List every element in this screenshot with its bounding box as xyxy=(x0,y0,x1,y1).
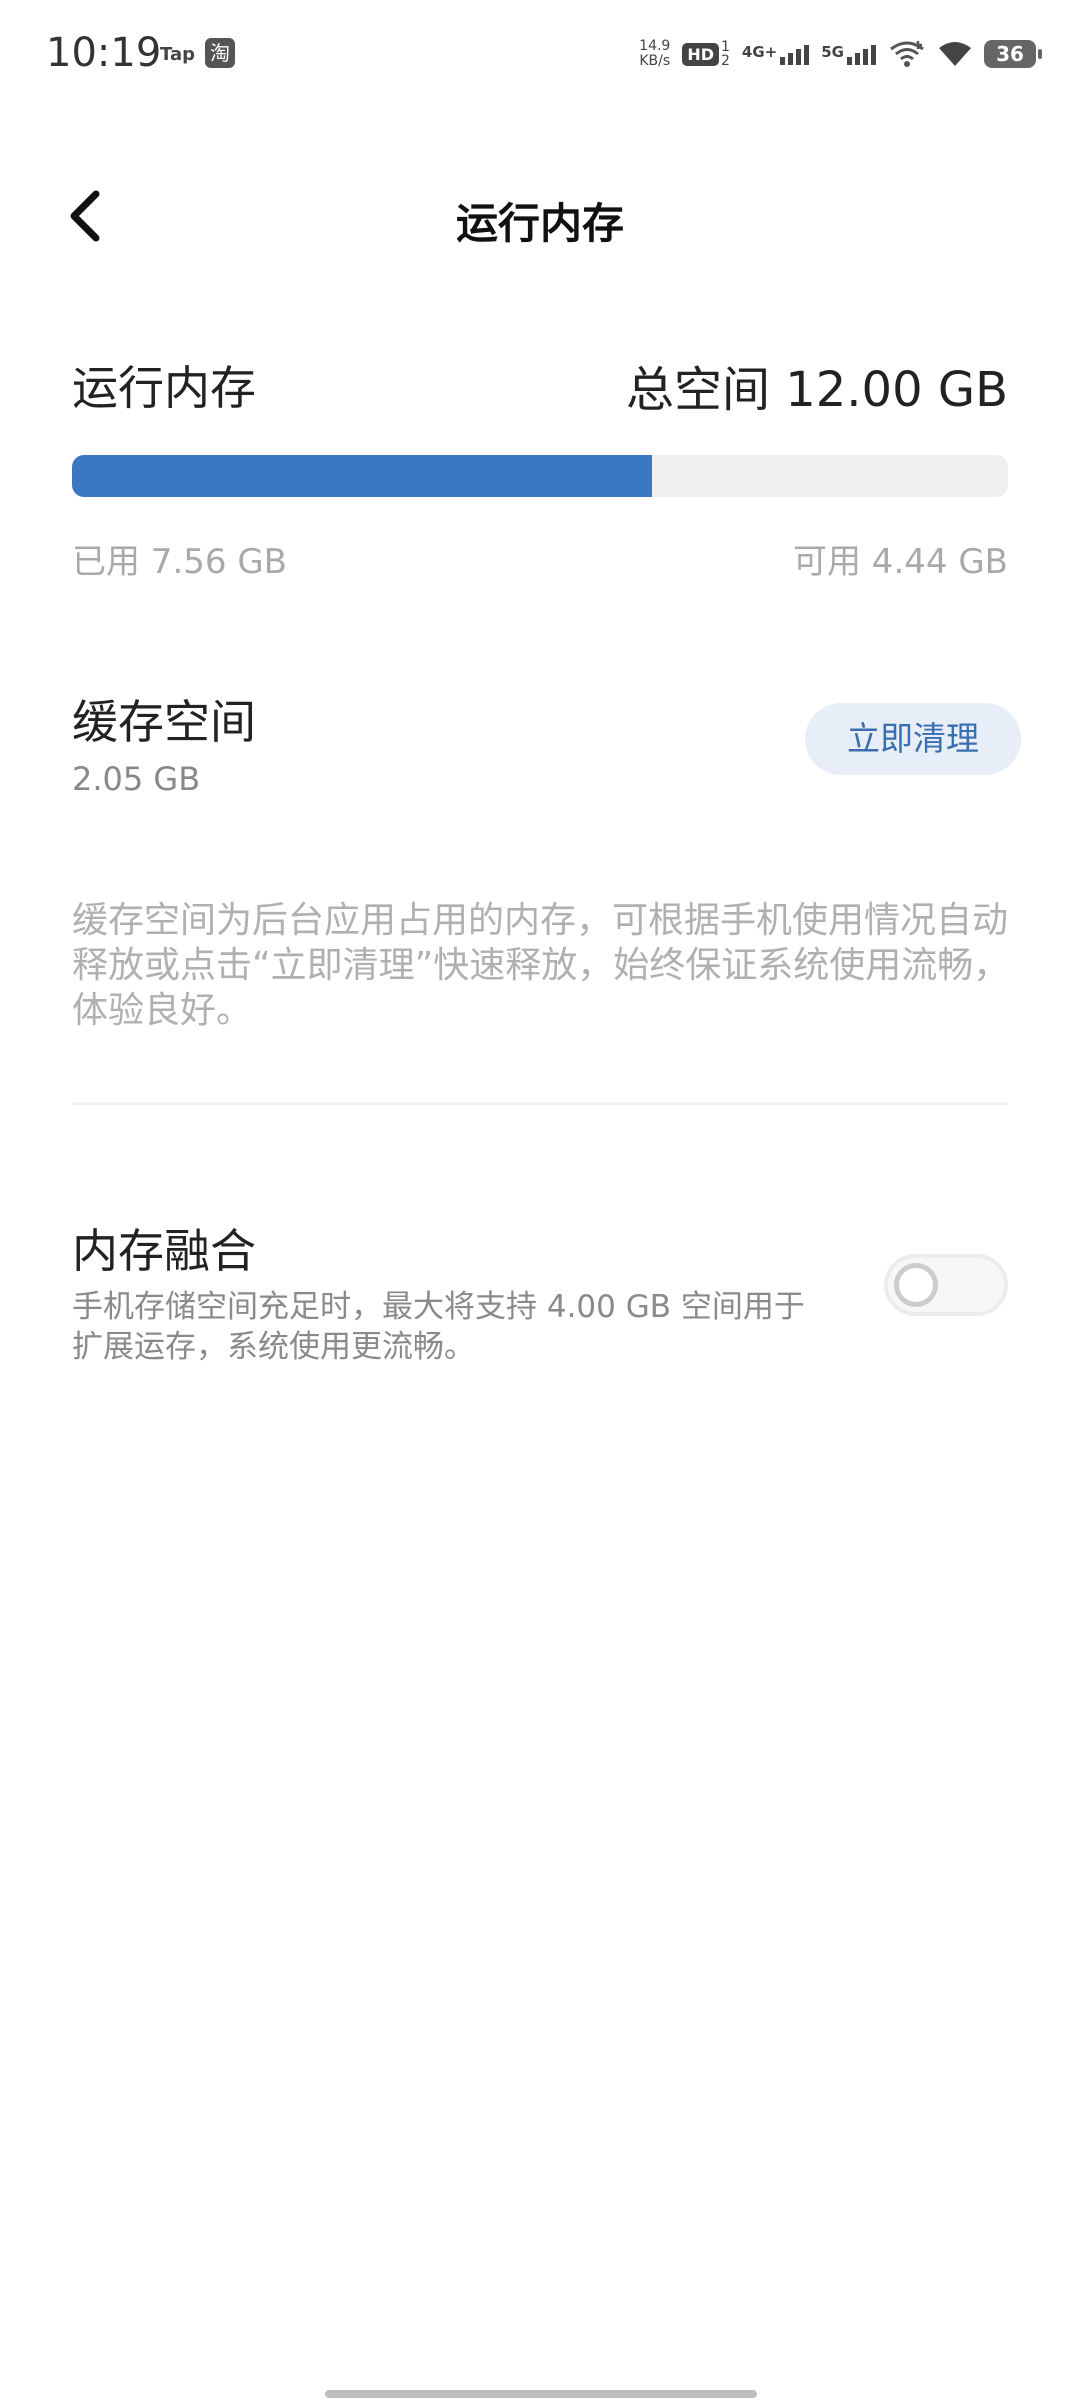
hd-icon: HD 1 2 xyxy=(682,40,730,68)
memory-label: 运行内存 xyxy=(72,361,256,415)
network-speed-value: 14.9 xyxy=(639,38,671,54)
tap-app-icon: Tap xyxy=(160,44,195,65)
signal-5g-icon: 5G xyxy=(821,43,876,65)
network-speed: 14.9 KB/s xyxy=(639,39,670,69)
home-indicator[interactable] xyxy=(325,2390,757,2398)
memory-usage-fill xyxy=(72,455,653,497)
signal-5g-label: 5G xyxy=(821,43,844,61)
signal-bars-icon xyxy=(847,43,876,65)
memory-usage-bar xyxy=(72,455,1008,497)
taobao-app-icon: 淘 xyxy=(205,38,235,68)
network-speed-unit: KB/s xyxy=(639,53,671,69)
memory-used: 已用 7.56 GB xyxy=(72,542,287,582)
memory-fusion-description: 手机存储空间充足时，最大将支持 4.00 GB 空间用于扩展运存，系统使用更流畅… xyxy=(72,1289,805,1365)
wifi-hotspot-icon xyxy=(890,41,924,67)
signal-4g-icon: 4G+ xyxy=(741,43,810,65)
status-bar: 10:19 Tap 淘 14.9 KB/s HD 1 2 4G+ 5G 36 xyxy=(0,0,1080,110)
toggle-knob xyxy=(894,1263,938,1307)
page-title: 运行内存 xyxy=(455,199,624,248)
hd-sub: 1 2 xyxy=(721,39,730,69)
memory-total: 总空间 12.00 GB xyxy=(625,362,1008,418)
signal-4g-label: 4G+ xyxy=(741,43,778,61)
memory-fusion-toggle[interactable] xyxy=(884,1254,1008,1316)
clean-now-button[interactable]: 立即清理 xyxy=(805,703,1021,775)
status-time: 10:19 xyxy=(46,30,162,76)
cache-size: 2.05 GB xyxy=(72,760,201,798)
cache-description: 缓存空间为后台应用占用的内存，可根据手机使用情况自动释放或点击“立即清理”快速释… xyxy=(72,900,1010,1031)
cache-label: 缓存空间 xyxy=(72,695,256,749)
battery-icon: 36 xyxy=(984,40,1042,68)
signal-bars-icon xyxy=(780,43,810,65)
memory-available: 可用 4.44 GB xyxy=(793,542,1008,582)
memory-fusion-label: 内存融合 xyxy=(72,1224,256,1278)
status-icons: 14.9 KB/s HD 1 2 4G+ 5G 36 xyxy=(639,34,1042,74)
hd-badge: HD xyxy=(682,42,719,66)
wifi-icon xyxy=(939,42,971,66)
divider xyxy=(72,1102,1008,1105)
